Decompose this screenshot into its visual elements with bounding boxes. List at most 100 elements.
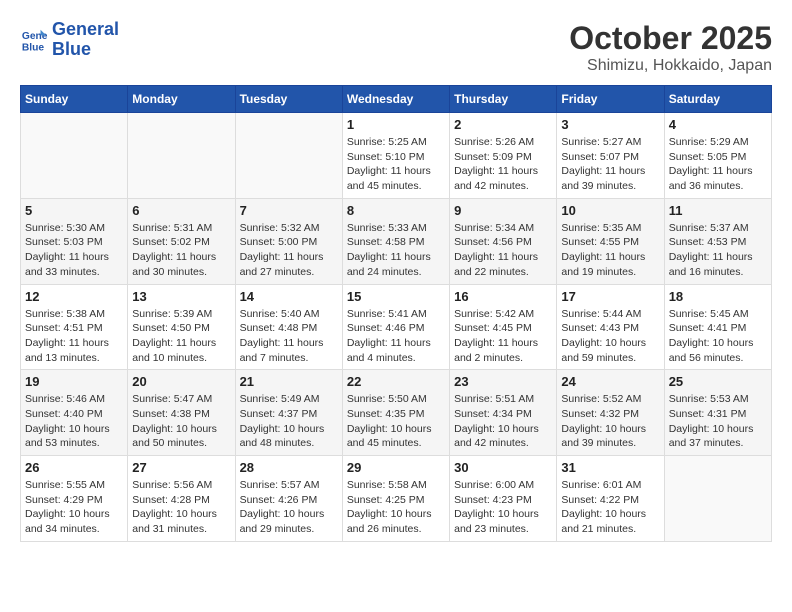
- day-number: 19: [25, 374, 123, 389]
- day-number: 3: [561, 117, 659, 132]
- day-info: Sunrise: 5:32 AMSunset: 5:00 PMDaylight:…: [240, 221, 338, 280]
- day-number: 23: [454, 374, 552, 389]
- day-number: 2: [454, 117, 552, 132]
- calendar-cell: 6Sunrise: 5:31 AMSunset: 5:02 PMDaylight…: [128, 198, 235, 284]
- day-number: 26: [25, 460, 123, 475]
- calendar-cell: 21 Sunrise: 5:49 AMSunset: 4:37 PMDayligh…: [235, 370, 342, 456]
- day-number: 11: [669, 203, 767, 218]
- calendar-cell: 7Sunrise: 5:32 AMSunset: 5:00 PMDaylight…: [235, 198, 342, 284]
- calendar-cell: 4 Sunrise: 5:29 AMSunset: 5:05 PMDaylight…: [664, 113, 771, 199]
- day-number: 5: [25, 203, 123, 218]
- calendar-cell: [664, 456, 771, 542]
- calendar-week-row: 12 Sunrise: 5:38 AMSunset: 4:51 PMDayligh…: [21, 284, 772, 370]
- calendar-cell: 24 Sunrise: 5:52 AMSunset: 4:32 PMDayligh…: [557, 370, 664, 456]
- calendar-cell: 2 Sunrise: 5:26 AMSunset: 5:09 PMDaylight…: [450, 113, 557, 199]
- calendar-cell: 18 Sunrise: 5:45 AMSunset: 4:41 PMDayligh…: [664, 284, 771, 370]
- calendar-week-row: 1 Sunrise: 5:25 AMSunset: 5:10 PMDaylight…: [21, 113, 772, 199]
- page-header: General Blue General Blue October 2025 S…: [20, 20, 772, 75]
- calendar-cell: 22Sunrise: 5:50 AMSunset: 4:35 PMDayligh…: [342, 370, 449, 456]
- day-number: 9: [454, 203, 552, 218]
- calendar-cell: 28 Sunrise: 5:57 AMSunset: 4:26 PMDayligh…: [235, 456, 342, 542]
- day-info: Sunrise: 5:44 AMSunset: 4:43 PMDaylight:…: [561, 307, 659, 366]
- calendar-cell: 31 Sunrise: 6:01 AMSunset: 4:22 PMDayligh…: [557, 456, 664, 542]
- weekday-row: SundayMondayTuesdayWednesdayThursdayFrid…: [21, 86, 772, 113]
- calendar-body: 1 Sunrise: 5:25 AMSunset: 5:10 PMDaylight…: [21, 113, 772, 542]
- calendar-cell: 12 Sunrise: 5:38 AMSunset: 4:51 PMDayligh…: [21, 284, 128, 370]
- day-number: 21: [240, 374, 338, 389]
- day-number: 15: [347, 289, 445, 304]
- calendar-cell: 25Sunrise: 5:53 AMSunset: 4:31 PMDayligh…: [664, 370, 771, 456]
- day-number: 4: [669, 117, 767, 132]
- day-number: 10: [561, 203, 659, 218]
- day-info: Sunrise: 5:46 AMSunset: 4:40 PMDaylight:…: [25, 392, 123, 451]
- day-number: 27: [132, 460, 230, 475]
- day-info: Sunrise: 5:26 AMSunset: 5:09 PMDaylight:…: [454, 135, 552, 194]
- day-number: 24: [561, 374, 659, 389]
- day-info: Sunrise: 5:31 AMSunset: 5:02 PMDaylight:…: [132, 221, 230, 280]
- day-info: Sunrise: 5:25 AMSunset: 5:10 PMDaylight:…: [347, 135, 445, 194]
- calendar-cell: 1 Sunrise: 5:25 AMSunset: 5:10 PMDaylight…: [342, 113, 449, 199]
- day-info: Sunrise: 5:45 AMSunset: 4:41 PMDaylight:…: [669, 307, 767, 366]
- day-number: 8: [347, 203, 445, 218]
- day-info: Sunrise: 5:34 AMSunset: 4:56 PMDaylight:…: [454, 221, 552, 280]
- day-info: Sunrise: 5:47 AMSunset: 4:38 PMDaylight:…: [132, 392, 230, 451]
- day-number: 28: [240, 460, 338, 475]
- calendar-cell: 15 Sunrise: 5:41 AMSunset: 4:46 PMDayligh…: [342, 284, 449, 370]
- day-info: Sunrise: 5:51 AMSunset: 4:34 PMDaylight:…: [454, 392, 552, 451]
- day-info: Sunrise: 5:29 AMSunset: 5:05 PMDaylight:…: [669, 135, 767, 194]
- day-number: 31: [561, 460, 659, 475]
- day-number: 22: [347, 374, 445, 389]
- day-number: 17: [561, 289, 659, 304]
- logo: General Blue General Blue: [20, 20, 119, 60]
- day-number: 12: [25, 289, 123, 304]
- calendar-cell: 3 Sunrise: 5:27 AMSunset: 5:07 PMDaylight…: [557, 113, 664, 199]
- day-number: 1: [347, 117, 445, 132]
- weekday-header-wednesday: Wednesday: [342, 86, 449, 113]
- logo-icon: General Blue: [20, 26, 48, 54]
- svg-text:General: General: [22, 31, 48, 42]
- day-number: 20: [132, 374, 230, 389]
- weekday-header-saturday: Saturday: [664, 86, 771, 113]
- weekday-header-sunday: Sunday: [21, 86, 128, 113]
- day-number: 30: [454, 460, 552, 475]
- day-info: Sunrise: 5:49 AMSunset: 4:37 PMDaylight:…: [240, 392, 338, 451]
- calendar-cell: 5Sunrise: 5:30 AMSunset: 5:03 PMDaylight…: [21, 198, 128, 284]
- day-info: Sunrise: 5:38 AMSunset: 4:51 PMDaylight:…: [25, 307, 123, 366]
- calendar-subtitle: Shimizu, Hokkaido, Japan: [569, 57, 772, 75]
- calendar-cell: [235, 113, 342, 199]
- calendar-cell: 26 Sunrise: 5:55 AMSunset: 4:29 PMDayligh…: [21, 456, 128, 542]
- day-info: Sunrise: 5:53 AMSunset: 4:31 PMDaylight:…: [669, 392, 767, 451]
- day-info: Sunrise: 5:40 AMSunset: 4:48 PMDaylight:…: [240, 307, 338, 366]
- day-info: Sunrise: 6:01 AMSunset: 4:22 PMDaylight:…: [561, 478, 659, 537]
- day-info: Sunrise: 5:33 AMSunset: 4:58 PMDaylight:…: [347, 221, 445, 280]
- day-info: Sunrise: 5:27 AMSunset: 5:07 PMDaylight:…: [561, 135, 659, 194]
- calendar-cell: 16Sunrise: 5:42 AMSunset: 4:45 PMDayligh…: [450, 284, 557, 370]
- calendar-week-row: 26 Sunrise: 5:55 AMSunset: 4:29 PMDayligh…: [21, 456, 772, 542]
- day-info: Sunrise: 5:57 AMSunset: 4:26 PMDaylight:…: [240, 478, 338, 537]
- day-number: 18: [669, 289, 767, 304]
- day-info: Sunrise: 5:55 AMSunset: 4:29 PMDaylight:…: [25, 478, 123, 537]
- calendar-cell: 10Sunrise: 5:35 AMSunset: 4:55 PMDayligh…: [557, 198, 664, 284]
- day-info: Sunrise: 5:58 AMSunset: 4:25 PMDaylight:…: [347, 478, 445, 537]
- day-info: Sunrise: 5:37 AMSunset: 4:53 PMDaylight:…: [669, 221, 767, 280]
- calendar-cell: 19 Sunrise: 5:46 AMSunset: 4:40 PMDayligh…: [21, 370, 128, 456]
- day-info: Sunrise: 5:56 AMSunset: 4:28 PMDaylight:…: [132, 478, 230, 537]
- calendar-cell: 20 Sunrise: 5:47 AMSunset: 4:38 PMDayligh…: [128, 370, 235, 456]
- calendar-header: SundayMondayTuesdayWednesdayThursdayFrid…: [21, 86, 772, 113]
- weekday-header-thursday: Thursday: [450, 86, 557, 113]
- calendar-cell: 17 Sunrise: 5:44 AMSunset: 4:43 PMDayligh…: [557, 284, 664, 370]
- calendar-table: SundayMondayTuesdayWednesdayThursdayFrid…: [20, 85, 772, 542]
- calendar-cell: 9 Sunrise: 5:34 AMSunset: 4:56 PMDaylight…: [450, 198, 557, 284]
- weekday-header-monday: Monday: [128, 86, 235, 113]
- day-info: Sunrise: 5:41 AMSunset: 4:46 PMDaylight:…: [347, 307, 445, 366]
- calendar-cell: [128, 113, 235, 199]
- calendar-cell: [21, 113, 128, 199]
- calendar-cell: 11 Sunrise: 5:37 AMSunset: 4:53 PMDayligh…: [664, 198, 771, 284]
- day-info: Sunrise: 5:52 AMSunset: 4:32 PMDaylight:…: [561, 392, 659, 451]
- calendar-cell: 8 Sunrise: 5:33 AMSunset: 4:58 PMDaylight…: [342, 198, 449, 284]
- day-number: 13: [132, 289, 230, 304]
- calendar-cell: 23 Sunrise: 5:51 AMSunset: 4:34 PMDayligh…: [450, 370, 557, 456]
- calendar-cell: 30Sunrise: 6:00 AMSunset: 4:23 PMDayligh…: [450, 456, 557, 542]
- weekday-header-friday: Friday: [557, 86, 664, 113]
- calendar-cell: 27 Sunrise: 5:56 AMSunset: 4:28 PMDayligh…: [128, 456, 235, 542]
